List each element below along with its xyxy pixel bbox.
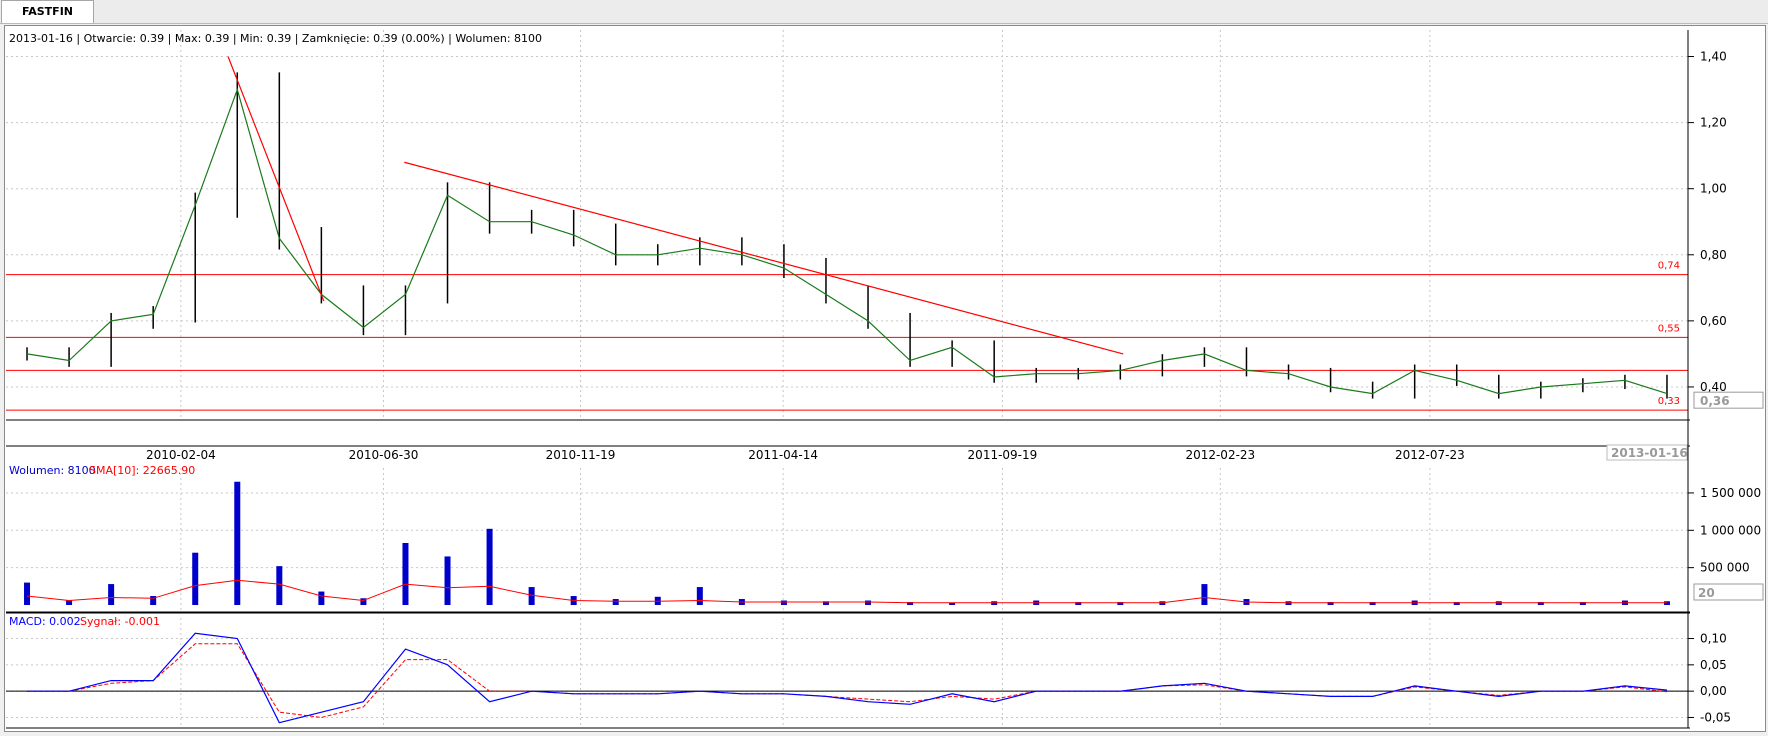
volume-bar	[865, 600, 872, 605]
price-y-tick-label: 1,20	[1700, 116, 1727, 130]
volume-bar	[66, 600, 73, 605]
volume-bar	[780, 600, 787, 605]
volume-bar	[1201, 584, 1208, 605]
volume-bar	[318, 591, 325, 605]
x-tick-label: 2012-02-23	[1185, 448, 1255, 462]
volume-bar	[192, 552, 199, 605]
macd-y-tick-label: 0,10	[1700, 632, 1727, 646]
macd-label: MACD: 0.002	[9, 615, 81, 628]
macd-y-tick-label: -0,05	[1700, 710, 1731, 724]
price-info-text: 2013-01-16 | Otwarcie: 0.39 | Max: 0.39 …	[9, 32, 543, 45]
price-y-tick-label: 1,40	[1700, 50, 1727, 64]
volume-label: Wolumen: 8100	[9, 464, 96, 477]
volume-bar	[108, 584, 115, 605]
horizontal-levels: 0,74 0,55 0,33	[6, 261, 1688, 411]
last-date-label: 2013-01-16	[1611, 446, 1688, 460]
level-label: 0,55	[1658, 323, 1680, 334]
trendline	[227, 56, 325, 302]
period-label: 20	[1698, 586, 1715, 600]
volume-bar	[696, 587, 703, 605]
volume-bar	[444, 556, 451, 605]
macd-signal-label: Sygnał: -0.001	[80, 615, 160, 628]
axis-labels: 2010-02-04 2010-06-30 2010-11-19 2011-04-14…	[146, 50, 1764, 724]
trendlines	[227, 56, 1124, 355]
volume-bar	[24, 582, 31, 605]
volume-sma-label: SMA[10]: 22665.90	[89, 464, 196, 477]
macd-y-tick-label: 0,00	[1700, 684, 1727, 698]
x-tick-label: 2012-07-23	[1395, 448, 1465, 462]
volume-y-tick-label: 1 000 000	[1700, 523, 1761, 537]
volume-bars	[24, 481, 1670, 605]
x-tick-label: 2010-11-19	[546, 448, 616, 462]
x-tick-label: 2010-06-30	[349, 448, 419, 462]
level-label: 0,74	[1658, 261, 1680, 272]
volume-bar	[402, 542, 409, 605]
macd-y-tick-label: 0,05	[1700, 658, 1727, 672]
last-price-label: 0,36	[1700, 394, 1730, 408]
volume-sma-line	[26, 579, 1667, 604]
volume-y-tick-label: 500 000	[1700, 561, 1750, 575]
volume-bar	[612, 599, 619, 605]
level-label: 0,33	[1658, 396, 1680, 407]
price-candles	[26, 72, 1668, 399]
macd-line	[27, 632, 1668, 724]
chart-canvas[interactable]: 0,74 0,55 0,33 2010-02-04 2010-06-30 2010-11…	[0, 0, 1768, 736]
volume-y-tick-label: 1 500 000	[1700, 486, 1761, 500]
volume-bar	[276, 566, 283, 605]
price-y-tick-label: 1,00	[1700, 182, 1727, 196]
macd-signal-line	[27, 643, 1668, 719]
x-tick-label: 2010-02-04	[146, 448, 216, 462]
volume-bar	[486, 528, 493, 605]
x-tick-label: 2011-04-14	[748, 448, 818, 462]
price-sma-line	[26, 87, 1668, 395]
x-tick-label: 2011-09-19	[968, 448, 1038, 462]
trendline	[404, 161, 1124, 355]
volume-bar	[234, 481, 241, 605]
price-y-tick-label: 0,80	[1700, 248, 1727, 262]
price-y-tick-label: 0,60	[1700, 314, 1727, 328]
